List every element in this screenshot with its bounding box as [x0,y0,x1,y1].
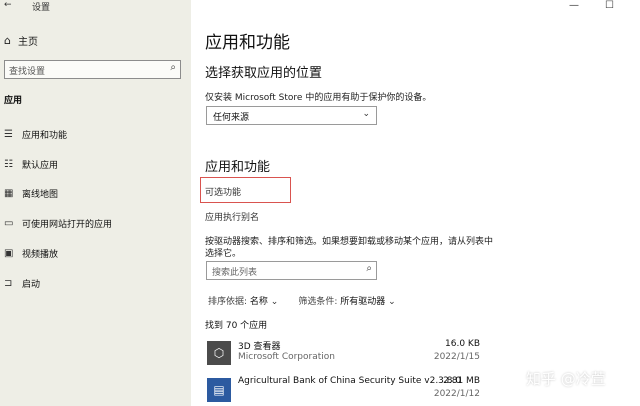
minimize-button[interactable]: — [569,0,579,11]
sidebar-item-startup[interactable]: ⊐ 启动 [4,277,40,290]
app-name: Agricultural Bank of China Security Suit… [238,376,462,386]
watermark: 知乎 @冷萱 [526,370,606,388]
app-source-select[interactable]: 任何来源 ⌄ [206,106,377,125]
home-label: 主页 [18,37,38,48]
app-name: 3D 查看器 [238,342,281,352]
settings-sidebar: ← 设置 ⌂ 主页 查找设置 ⌕ 应用 ☰ 应用和功能 ☷ 默认应用 ▦ 离线地… [0,0,191,406]
chevron-down-icon: ⌄ [388,297,396,307]
main-content: — ☐ 应用和功能 选择获取应用的位置 仅安装 Microsoft Store … [191,0,640,406]
page-title: 应用和功能 [205,33,290,53]
choose-source-heading: 选择获取应用的位置 [205,66,323,81]
sidebar-item-web-apps[interactable]: ▭ 可使用网站打开的应用 [4,217,112,230]
app-execution-aliases-link[interactable]: 应用执行别名 [205,210,259,223]
sort-filter-row: 排序依据: 名称 ⌄ 筛选条件: 所有驱动器 ⌄ [208,294,396,307]
window-title: 设置 [32,3,51,13]
search-icon: ⌕ [170,62,176,73]
app-list-item[interactable]: ⬡ 3D 查看器 Microsoft Corporation 16.0 KB 2… [205,339,480,369]
app-size: 16.0 KB [445,339,480,349]
app-publisher: Microsoft Corporation [238,352,335,362]
home-icon: ⌂ [4,34,11,47]
startup-icon: ⊐ [4,278,13,289]
apps-features-heading: 应用和功能 [205,160,271,175]
video-icon: ▣ [4,248,14,259]
chevron-down-icon: ⌄ [270,297,279,307]
search-description-line1: 按驱动器搜索、排序和筛选。如果想要卸载或移动某个应用，请从列表中 [205,237,494,247]
choose-source-description: 仅安装 Microsoft Store 中的应用有助于保护你的设备。 [205,93,432,103]
search-icon: ⌕ [366,263,372,274]
optional-features-link[interactable]: 可选功能 [205,185,241,198]
found-apps-count: 找到 70 个应用 [205,321,268,331]
app-list-item[interactable]: ▤ Agricultural Bank of China Security Su… [205,376,480,406]
filter-dropdown[interactable]: 筛选条件: 所有驱动器 ⌄ [298,294,395,307]
settings-search-input[interactable]: 查找设置 ⌕ [4,60,181,79]
web-app-icon: ▭ [4,218,14,229]
3d-viewer-icon: ⬡ [207,341,231,365]
home-nav-item[interactable]: ⌂ 主页 [4,33,38,48]
maximize-button[interactable]: ☐ [605,0,614,11]
sidebar-item-video-playback[interactable]: ▣ 视频播放 [4,247,58,260]
list-icon: ☰ [4,129,13,140]
sidebar-section-heading: 应用 [4,96,23,106]
app-date: 2022/1/15 [433,352,480,362]
app-date: 2022/1/12 [433,389,480,399]
sort-dropdown[interactable]: 排序依据: 名称 ⌄ [208,294,278,307]
app-list-search-input[interactable]: 搜索此列表 ⌕ [206,261,377,280]
default-apps-icon: ☷ [4,159,13,170]
abc-security-suite-icon: ▤ [207,378,231,402]
sidebar-item-offline-maps[interactable]: ▦ 离线地图 [4,187,58,200]
map-icon: ▦ [4,188,14,199]
back-arrow-icon[interactable]: ← [4,0,12,10]
search-description-line2: 选择它。 [205,249,242,259]
sidebar-item-default-apps[interactable]: ☷ 默认应用 [4,158,58,171]
sidebar-item-apps-features[interactable]: ☰ 应用和功能 [4,128,67,141]
app-size: 2.81 MB [443,376,480,386]
chevron-down-icon: ⌄ [362,109,370,119]
